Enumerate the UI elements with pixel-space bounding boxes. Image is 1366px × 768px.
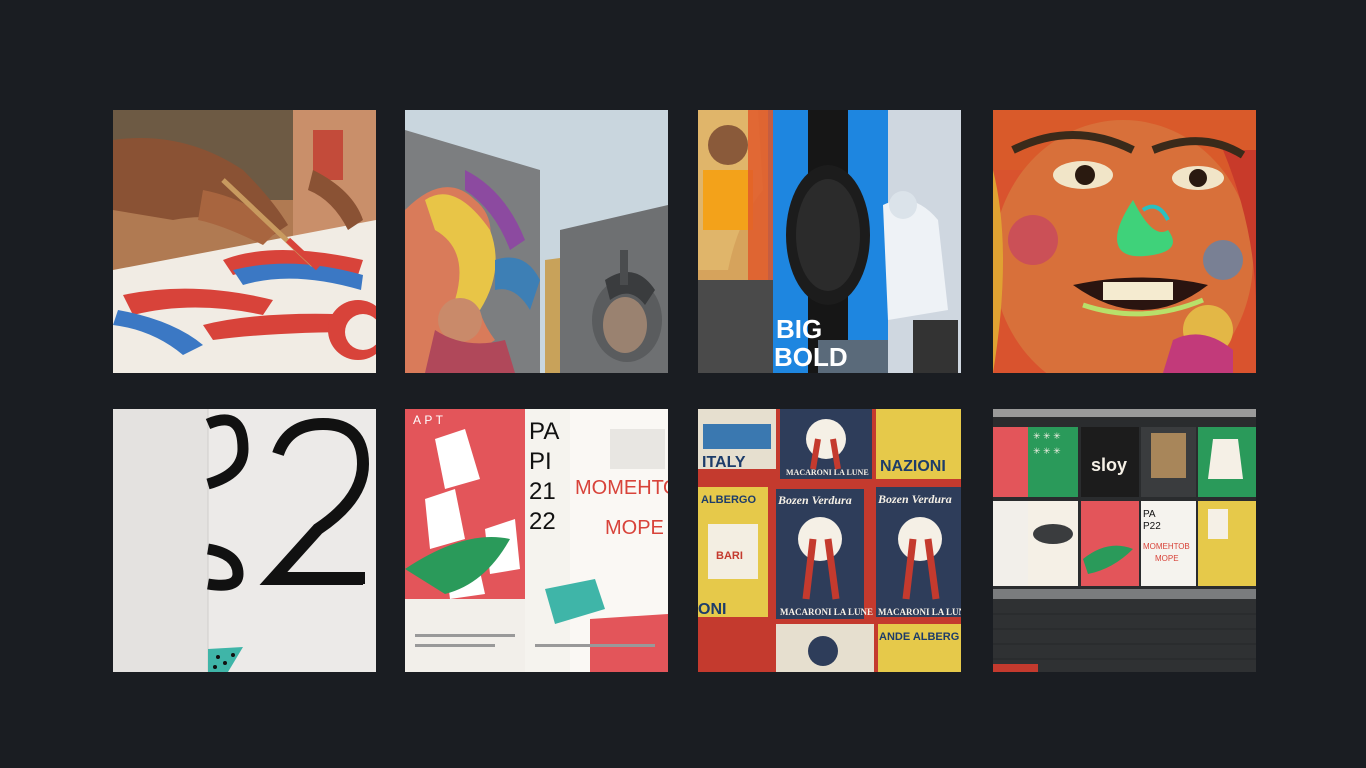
painting-hand-icon [113,110,376,373]
poster-text-pa: РА [529,418,559,445]
poster-text-pa-small: PA [1143,509,1156,520]
poster-text-more-small: МОРЕ [1155,554,1179,563]
billboard-text-big: BIG [776,314,822,344]
poster-text-21: 21 [529,478,556,505]
poster-text-bozen-right: Bozen Verdura [877,492,952,506]
poster-text-pi: РІ [529,448,552,475]
poster-text-nazioni: NAZIONI [880,458,946,475]
poster-text-oni: ONI [698,601,726,618]
poster-text-p22-small: Р22 [1143,521,1161,532]
gallery-tile-vintage-posters[interactable]: ITALY MACARONI LA LUNE NAZIONI ALBERGO B… [698,409,961,672]
image-gallery: BIG BOLD А Р Т РА РІ 21 22 МОМЕНТ МОРЕ I… [113,110,1256,672]
poster-text-grande-albergo: ANDE ALBERG [879,631,959,643]
svg-text:✳ ✳ ✳: ✳ ✳ ✳ [1033,431,1061,441]
poster-text-albergo: ALBERGO [701,494,756,506]
poster-text-bari: BARI [716,550,743,562]
poster-text-more: МОРЕ [605,517,664,539]
poster-text-macaroni-left: MACARONI LA LUNE [780,607,873,617]
gallery-tile-typography[interactable] [113,409,376,672]
gallery-tile-billboard[interactable]: BIG BOLD [698,110,961,373]
poster-text-22: 22 [529,508,556,535]
poster-text-art: А Р Т [413,413,444,427]
poster-text-sloy: sloy [1091,455,1127,475]
poster-text-italy: ITALY [702,454,746,471]
poster-wall-icon: ✳ ✳ ✳ ✳ ✳ ✳ sloy PA Р22 МОМЕНТОВ МОРЕ [993,409,1256,672]
gallery-tile-poster-collage[interactable]: А Р Т РА РІ 21 22 МОМЕНТОВ МОРЕ [405,409,668,672]
gallery-tile-murals[interactable] [405,110,668,373]
poster-text-momentov: МОМЕНТОВ [575,477,668,499]
gallery-tile-poster-wall[interactable]: ✳ ✳ ✳ ✳ ✳ ✳ sloy PA Р22 МОМЕНТОВ МОРЕ [993,409,1256,672]
watch-billboard-icon: BIG BOLD [698,110,961,373]
gallery-tile-face[interactable] [993,110,1256,373]
gallery-tile-painting[interactable] [113,110,376,373]
poster-text-bozen-left: Bozen Verdura [777,493,852,507]
building-murals-icon [405,110,668,373]
face-mural-icon [993,110,1256,373]
poster-collage-icon: А Р Т РА РІ 21 22 МОМЕНТОВ МОРЕ [405,409,668,672]
svg-text:✳ ✳ ✳: ✳ ✳ ✳ [1033,446,1061,456]
vintage-posters-icon: ITALY MACARONI LA LUNE NAZIONI ALBERGO B… [698,409,961,672]
poster-text-macaroni-right: MACARONI LA LUNE [878,607,961,617]
typography-poster-icon [113,409,376,672]
poster-text-momentov-small: МОМЕНТОВ [1143,542,1190,551]
poster-text-macaroni-top: MACARONI LA LUNE [786,468,869,477]
billboard-text-bold: BOLD [774,342,848,372]
